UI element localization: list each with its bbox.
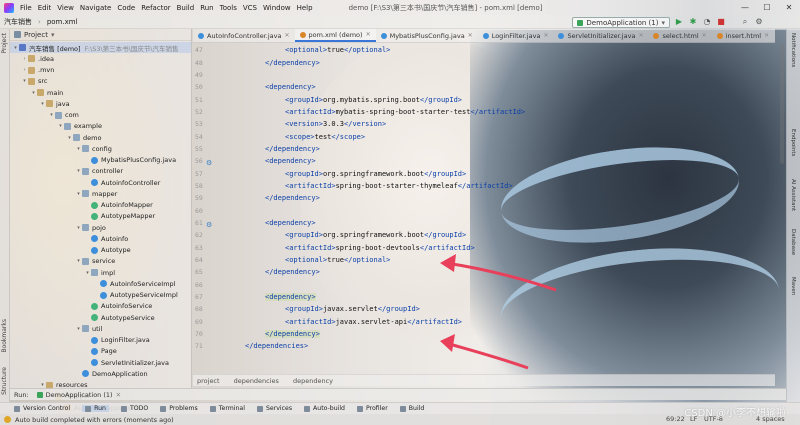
arrow-1-head [440, 254, 456, 272]
arrow-2-head [440, 334, 455, 352]
arrow-1 [445, 261, 557, 292]
annotation-arrows [440, 254, 557, 370]
arrow-2 [445, 341, 529, 370]
